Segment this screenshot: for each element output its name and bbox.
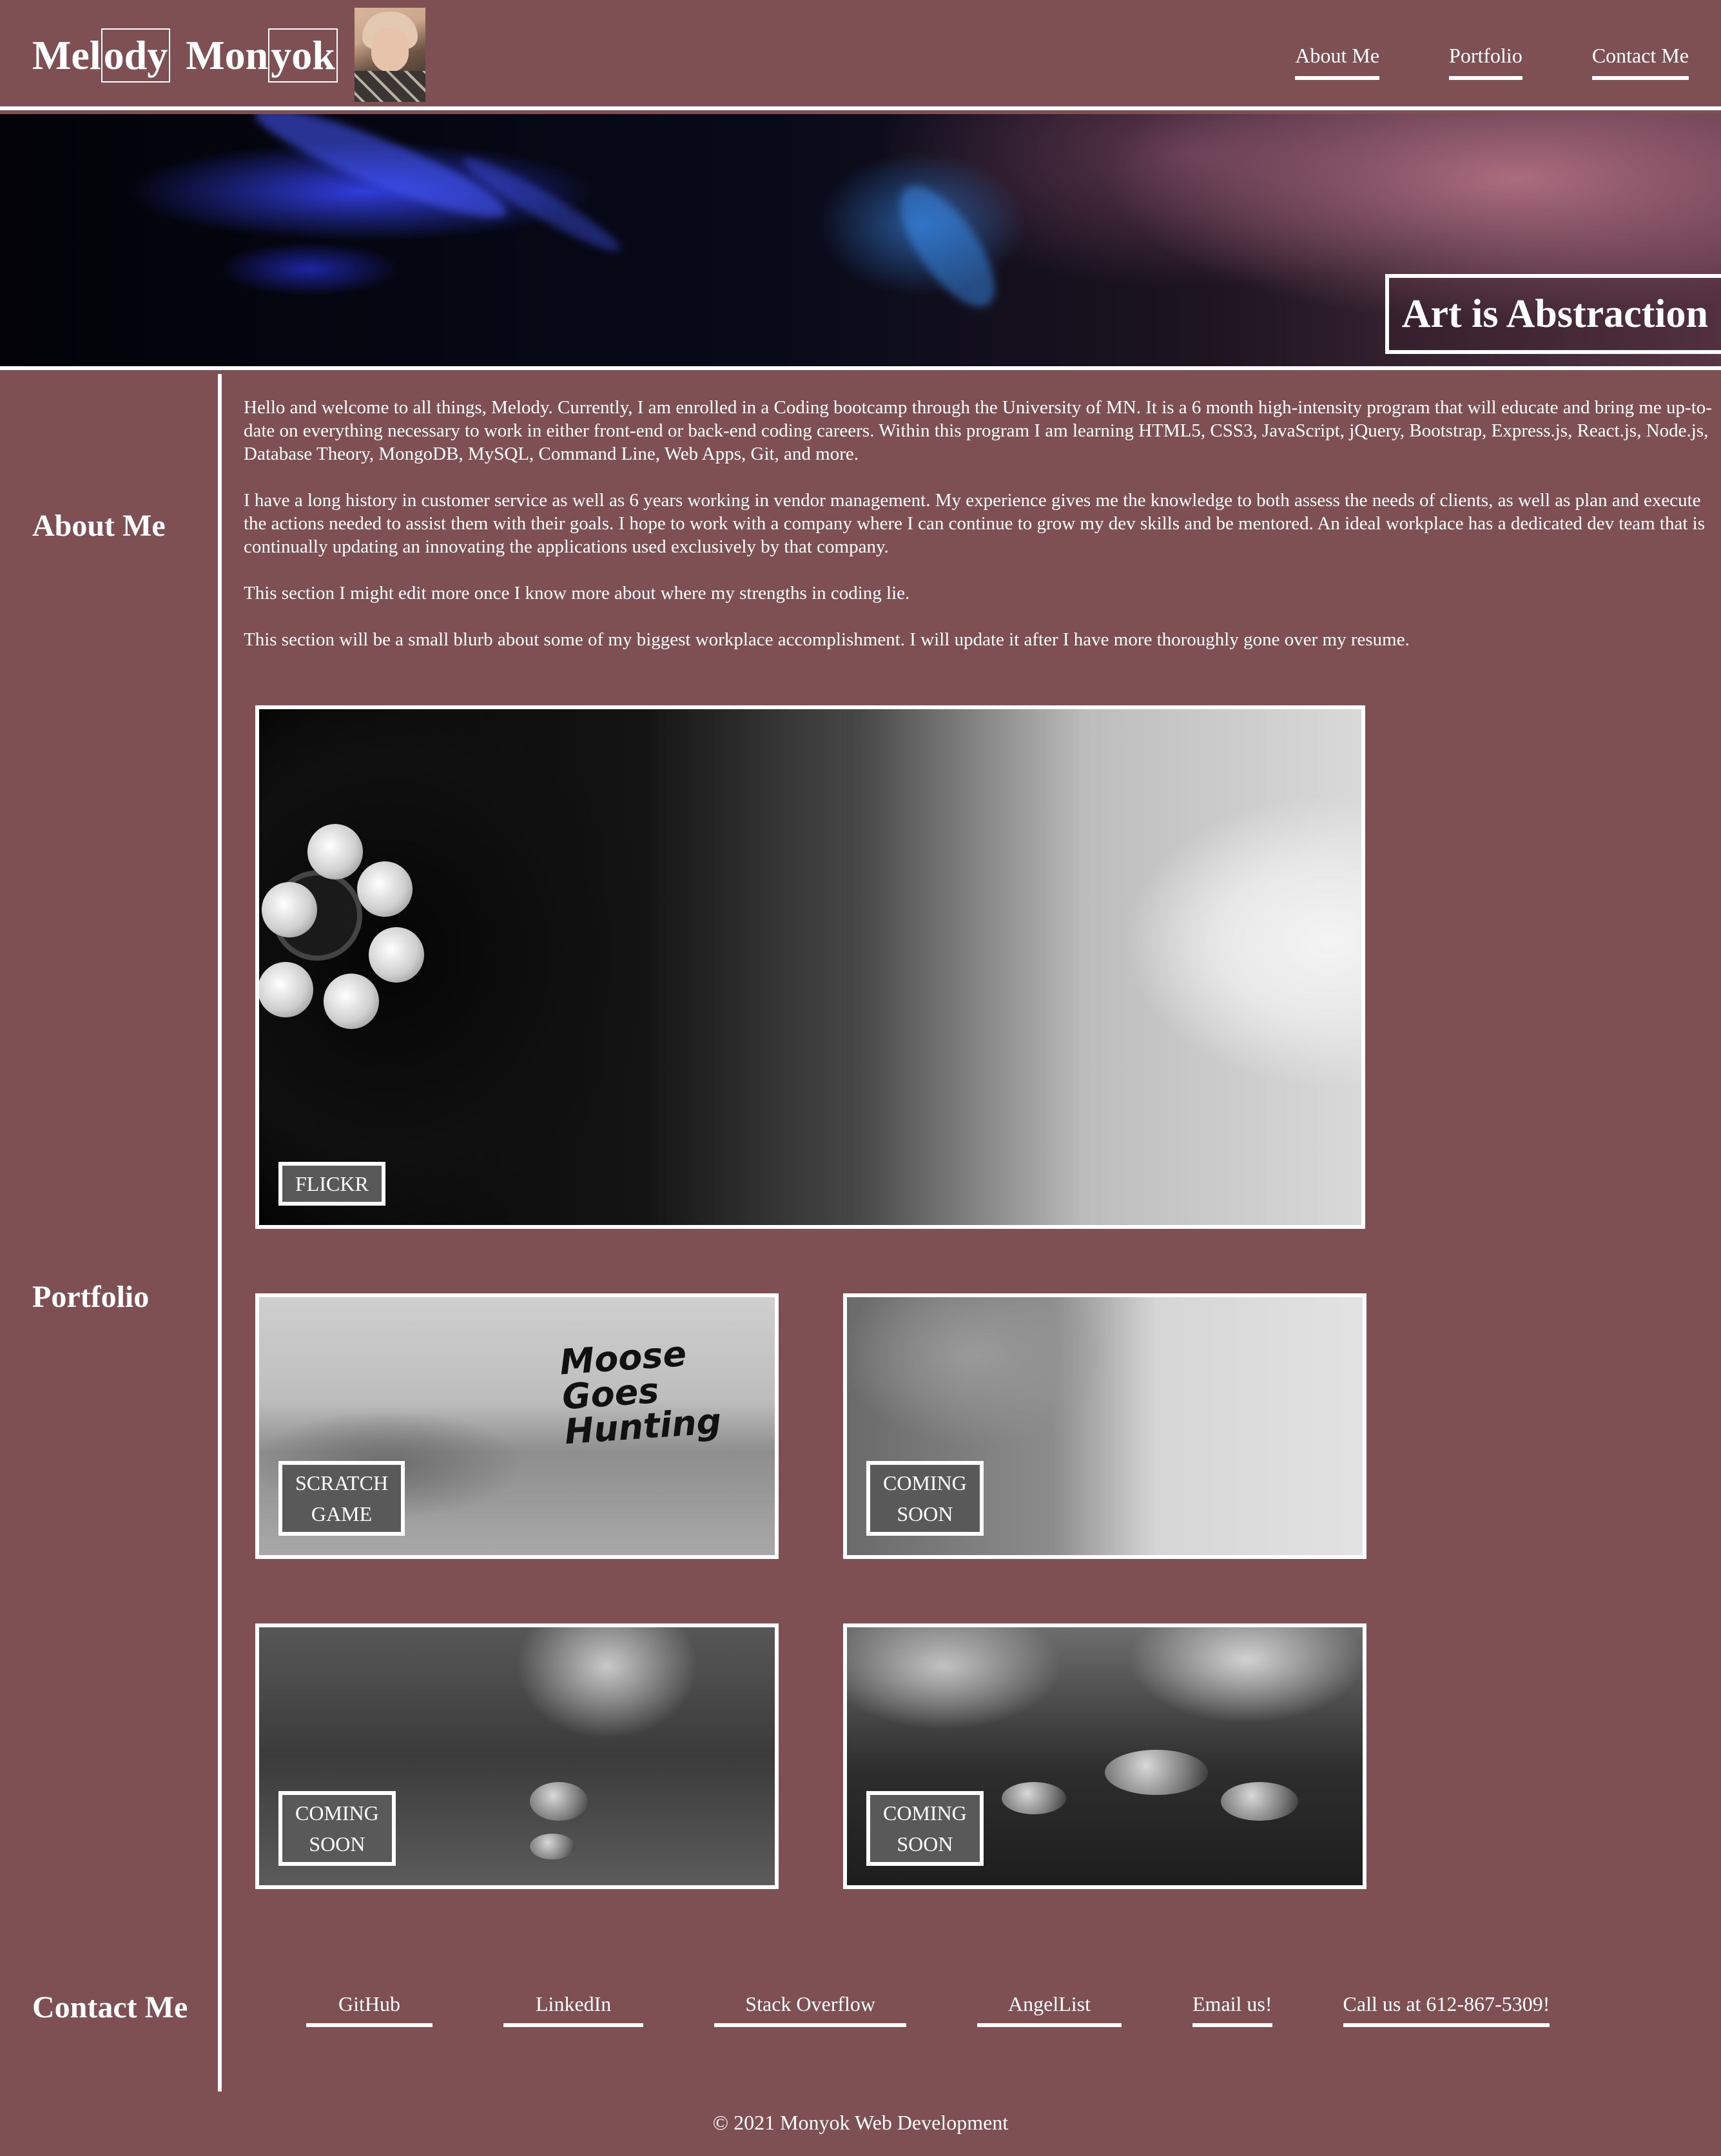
contact-link-github[interactable]: GitHub <box>306 1990 433 2027</box>
sidebar-divider <box>218 374 222 2092</box>
coming-soon-button[interactable]: COMING SOON <box>866 1791 984 1866</box>
coming-soon-button[interactable]: COMING SOON <box>866 1461 984 1536</box>
portfolio-card-scratch-game[interactable]: Moose Goes Hunting SCRATCH GAME <box>255 1293 779 1559</box>
hero-banner: Art is Abstraction <box>0 114 1721 370</box>
logo-part: Mel <box>32 32 101 78</box>
nav-link-contact[interactable]: Contact Me <box>1591 41 1689 80</box>
avatar <box>355 8 425 102</box>
portfolio-card-flickr[interactable]: FLICKR <box>255 705 1365 1229</box>
contact-link-linkedin[interactable]: LinkedIn <box>503 1990 644 2027</box>
about-paragraph: I have a long history in customer servic… <box>244 490 1705 557</box>
site-header: Mel ody Mon yok About Me Portfolio Contact … <box>0 0 1721 110</box>
main-nav: About Me Portfolio Contact Me <box>1295 41 1689 80</box>
site-footer: © 2021 Monyok Web Development <box>712 2111 1009 2134</box>
contact-link-stackoverflow[interactable]: Stack Overflow <box>714 1990 907 2027</box>
portfolio-card-coming-soon-2[interactable]: COMING SOON <box>255 1623 779 1889</box>
contact-link-email[interactable]: Email us! <box>1192 1990 1272 2027</box>
contact-link-phone[interactable]: Call us at 612-867-5309! <box>1343 1990 1550 2027</box>
moose-title-art: Moose Goes Hunting <box>558 1333 723 1453</box>
scratch-game-button[interactable]: SCRATCH GAME <box>278 1461 405 1536</box>
about-paragraph: Hello and welcome to all things, Melody.… <box>244 397 1712 464</box>
hero-title: Art is Abstraction <box>1385 274 1721 354</box>
logo-part: Mon <box>186 32 269 78</box>
about-paragraph: This section will be a small blurb about… <box>244 629 1410 650</box>
about-paragraph: This section I might edit more once I kn… <box>244 583 910 603</box>
portfolio-card-coming-soon-3[interactable]: COMING SOON <box>843 1623 1366 1889</box>
nav-link-about[interactable]: About Me <box>1295 41 1380 80</box>
portfolio-card-coming-soon-1[interactable]: COMING SOON <box>843 1293 1366 1559</box>
contact-heading: Contact Me <box>32 1990 188 2024</box>
site-logo[interactable]: Mel ody Mon yok <box>32 24 338 86</box>
portfolio-heading: Portfolio <box>32 1280 150 1314</box>
nav-link-portfolio[interactable]: Portfolio <box>1449 41 1522 80</box>
about-content: Hello and welcome to all things, Melody.… <box>244 396 1713 674</box>
logo-part-boxed: ody <box>101 28 171 83</box>
logo-part-boxed: yok <box>268 28 338 83</box>
flickr-image <box>259 709 1361 1225</box>
coming-soon-button[interactable]: COMING SOON <box>278 1791 396 1866</box>
flickr-button[interactable]: FLICKR <box>278 1162 385 1206</box>
about-heading: About Me <box>32 509 166 543</box>
contact-links: GitHub LinkedIn Stack Overflow AngelList… <box>306 1990 1550 2027</box>
contact-link-angellist[interactable]: AngelList <box>977 1990 1122 2027</box>
